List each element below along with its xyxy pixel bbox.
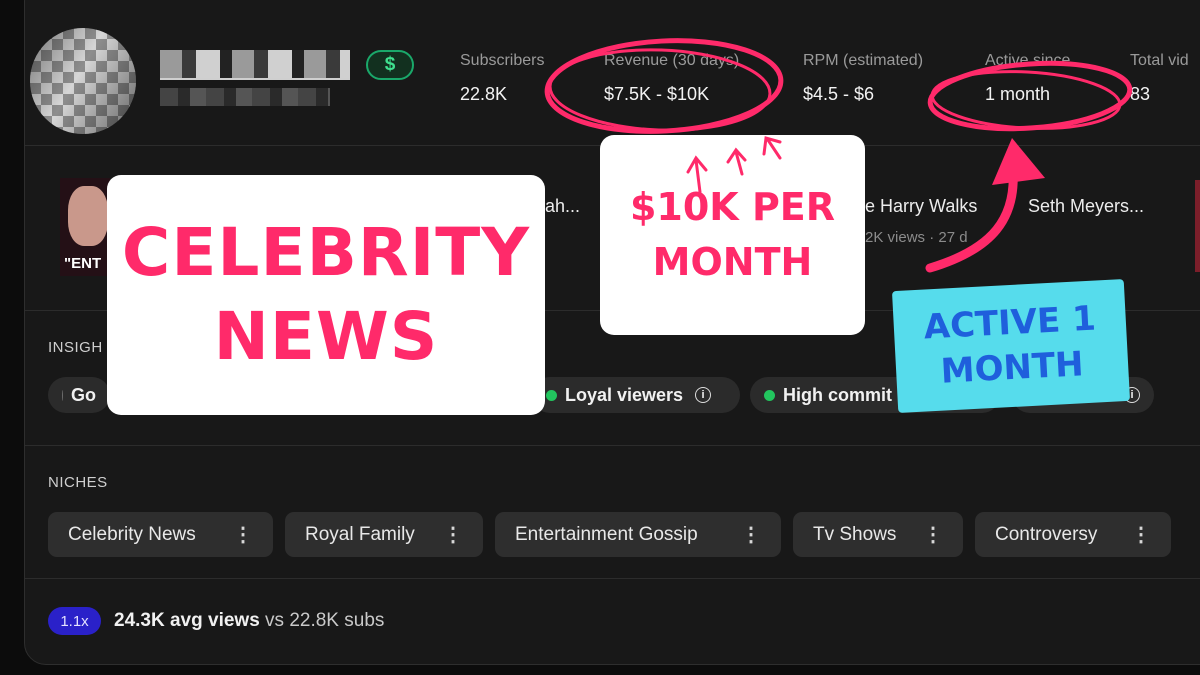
arrow-up-icon [686,136,782,194]
arrow-head-icon [992,138,1045,185]
annotation-layer [544,38,1133,273]
active-circle [927,60,1133,132]
